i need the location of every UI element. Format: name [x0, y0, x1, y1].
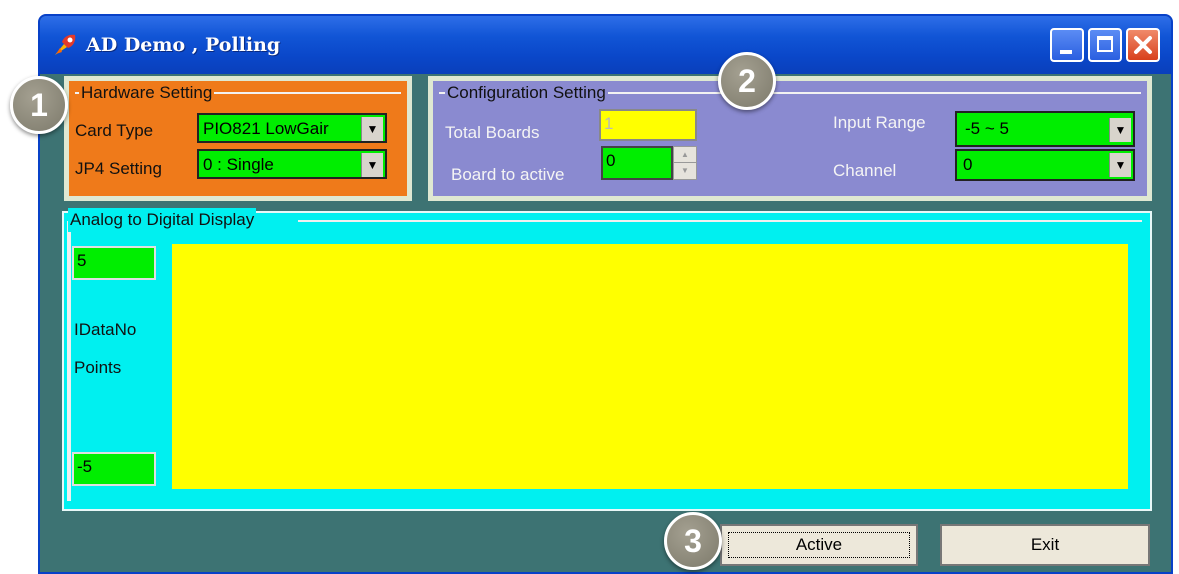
total-boards-label: Total Boards: [445, 123, 540, 142]
max-value: 5: [77, 251, 87, 270]
board-active-input[interactable]: 0: [601, 146, 673, 180]
maximize-icon: [1097, 36, 1113, 52]
hardware-setting-label: Hardware Setting: [79, 81, 215, 105]
maximize-button[interactable]: [1088, 28, 1122, 62]
active-button[interactable]: Active: [720, 524, 918, 566]
group-border: [298, 220, 1142, 222]
jp4-setting-select[interactable]: 0 : Single ▼: [197, 149, 387, 179]
ad-plot-area[interactable]: [172, 244, 1128, 489]
channel-value: 0: [963, 155, 973, 174]
input-range-value: -5 ~ 5: [965, 119, 1009, 138]
hardware-setting-group: Hardware Setting Card Type PIO821 LowGai…: [69, 81, 407, 196]
chevron-down-icon[interactable]: ▼: [361, 117, 383, 141]
board-active-value: 0: [606, 151, 616, 170]
jp4-setting-value: 0 : Single: [203, 155, 274, 174]
configuration-setting-label: Configuration Setting: [445, 81, 608, 105]
channel-label: Channel: [833, 161, 897, 180]
data-no-label: IDataNo: [74, 320, 137, 339]
chevron-down-icon[interactable]: ▼: [1109, 118, 1131, 142]
exit-button[interactable]: Exit: [940, 524, 1150, 566]
callout-badge-2: 2: [718, 52, 776, 110]
close-button[interactable]: [1126, 28, 1160, 62]
minimize-button[interactable]: [1050, 28, 1084, 62]
input-range-label: Input Range: [833, 113, 926, 132]
minimize-icon: [1060, 50, 1072, 54]
spin-up-icon[interactable]: ▲: [674, 147, 696, 163]
jp4-setting-label: JP4 Setting: [75, 159, 162, 178]
close-icon: [1128, 30, 1158, 60]
callout-badge-1: 1: [10, 76, 68, 134]
active-button-label: Active: [795, 535, 843, 554]
spin-down-icon[interactable]: ▼: [674, 163, 696, 179]
exit-button-label: Exit: [1030, 535, 1060, 554]
ad-display-label: Analog to Digital Display: [68, 208, 257, 232]
app-window: AD Demo , Polling Hardware Setting Card …: [38, 14, 1173, 574]
chevron-down-icon[interactable]: ▼: [361, 153, 383, 177]
board-active-label: Board to active: [451, 165, 565, 184]
card-type-select[interactable]: PIO821 LowGair ▼: [197, 113, 387, 143]
app-icon: [52, 32, 78, 58]
chevron-down-icon[interactable]: ▼: [1109, 153, 1131, 177]
min-value: -5: [77, 457, 93, 476]
total-boards-field: 1: [599, 109, 697, 141]
channel-select[interactable]: 0 ▼: [955, 149, 1135, 181]
callout-badge-3: 3: [664, 512, 722, 570]
board-active-spinner[interactable]: ▲ ▼: [673, 146, 697, 180]
configuration-setting-group: Configuration Setting Total Boards 1 Boa…: [433, 81, 1147, 196]
points-label: Points: [74, 358, 122, 377]
total-boards-value: 1: [604, 114, 614, 133]
min-value-field: -5: [72, 452, 156, 486]
title-bar[interactable]: AD Demo , Polling: [40, 16, 1171, 74]
card-type-label: Card Type: [75, 121, 154, 140]
max-value-field: 5: [72, 246, 156, 280]
input-range-select[interactable]: -5 ~ 5 ▼: [955, 111, 1135, 147]
window-title: AD Demo , Polling: [86, 34, 281, 56]
group-border: [67, 221, 71, 501]
card-type-value: PIO821 LowGair: [203, 119, 329, 138]
